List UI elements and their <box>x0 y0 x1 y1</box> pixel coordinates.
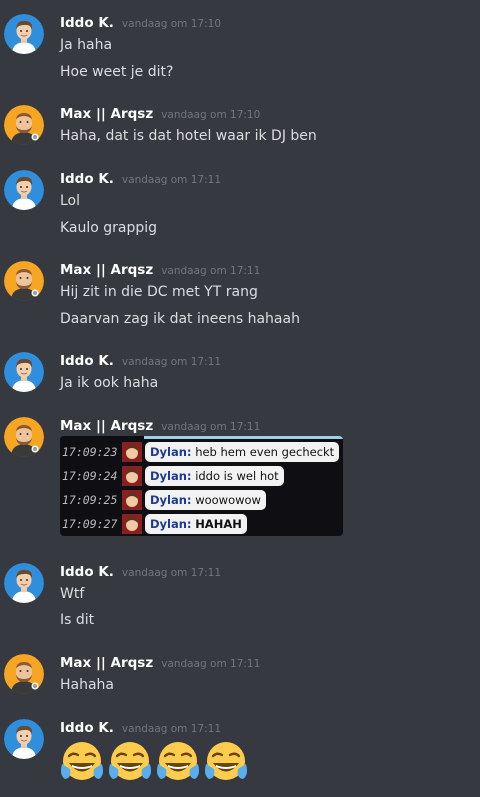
timestamp: vandaag om 17:11 <box>161 421 261 433</box>
timestamp: vandaag om 17:10 <box>161 109 261 121</box>
message-text: Daarvan zag ik dat ineens hahaah <box>60 311 300 327</box>
message-text: Ja haha <box>60 37 113 53</box>
timestamp: vandaag om 17:11 <box>161 265 261 277</box>
joy-emoji-icon[interactable] <box>155 738 201 784</box>
timestamp: vandaag om 17:10 <box>121 18 222 30</box>
chat-time: 17:09:23 <box>62 445 118 459</box>
avatar[interactable] <box>4 417 44 457</box>
username[interactable]: Iddo K. <box>60 15 114 31</box>
chat-line: 17:09:24 Dylan: iddo is wel hot <box>60 465 284 487</box>
username[interactable]: Max || Arqsz <box>60 655 153 671</box>
message-text: Hoe weet je dit? <box>60 64 174 80</box>
chat-bubble: Dylan: HAHAH <box>145 514 247 534</box>
attachment-top-bar <box>144 436 343 439</box>
timestamp: vandaag om 17:11 <box>121 567 222 579</box>
chat-bubble: Dylan: iddo is wel hot <box>145 466 284 486</box>
username[interactable]: Max || Arqsz <box>60 106 153 122</box>
timestamp: vandaag om 17:11 <box>121 174 222 186</box>
username[interactable]: Iddo K. <box>60 564 114 580</box>
username[interactable]: Max || Arqsz <box>60 262 153 278</box>
chat-time: 17:09:25 <box>62 493 118 507</box>
avatar-head-icon <box>122 514 142 534</box>
timestamp: vandaag om 17:11 <box>121 723 222 735</box>
chat-bubble: Dylan: woowowow <box>145 490 266 510</box>
chat-line: 17:09:25 Dylan: woowowow <box>60 489 266 511</box>
message-text: Hij zit in die DC met YT rang <box>60 284 258 300</box>
message-text: Hahaha <box>60 677 115 693</box>
image-attachment[interactable]: 17:09:23 Dylan: heb hem even gecheckt 17… <box>60 436 343 536</box>
avatar-head-icon <box>122 490 142 510</box>
avatar-head-icon <box>122 466 142 486</box>
message-text: Haha, dat is dat hotel waar ik DJ ben <box>60 128 317 144</box>
message-text: Lol <box>60 193 81 209</box>
username[interactable]: Iddo K. <box>60 171 114 187</box>
avatar[interactable] <box>4 654 44 694</box>
username[interactable]: Iddo K. <box>60 353 114 369</box>
timestamp: vandaag om 17:11 <box>121 356 222 368</box>
chat-bubble: Dylan: heb hem even gecheckt <box>145 442 340 462</box>
timestamp: vandaag om 17:11 <box>161 658 261 670</box>
avatar[interactable] <box>4 105 44 145</box>
avatar[interactable] <box>4 352 44 392</box>
chat-line: 17:09:23 Dylan: heb hem even gecheckt <box>60 441 340 463</box>
avatar-head-icon <box>122 442 142 462</box>
message-text: Ja ik ook haha <box>60 375 159 391</box>
message-text: Is dit <box>60 612 95 628</box>
message-text: Wtf <box>60 586 85 602</box>
avatar[interactable] <box>4 719 44 759</box>
chat-time: 17:09:24 <box>62 469 118 483</box>
joy-emoji-icon[interactable] <box>203 738 249 784</box>
username[interactable]: Max || Arqsz <box>60 418 153 434</box>
chat-time: 17:09:27 <box>62 517 118 531</box>
joy-emoji-icon[interactable] <box>59 738 105 784</box>
avatar[interactable] <box>4 14 44 54</box>
avatar[interactable] <box>4 170 44 210</box>
chat-line: 17:09:27 Dylan: HAHAH <box>60 513 247 535</box>
joy-emoji-icon[interactable] <box>107 738 153 784</box>
avatar[interactable] <box>4 261 44 301</box>
avatar[interactable] <box>4 563 44 603</box>
username[interactable]: Iddo K. <box>60 720 114 736</box>
message-text: Kaulo grappig <box>60 220 158 236</box>
